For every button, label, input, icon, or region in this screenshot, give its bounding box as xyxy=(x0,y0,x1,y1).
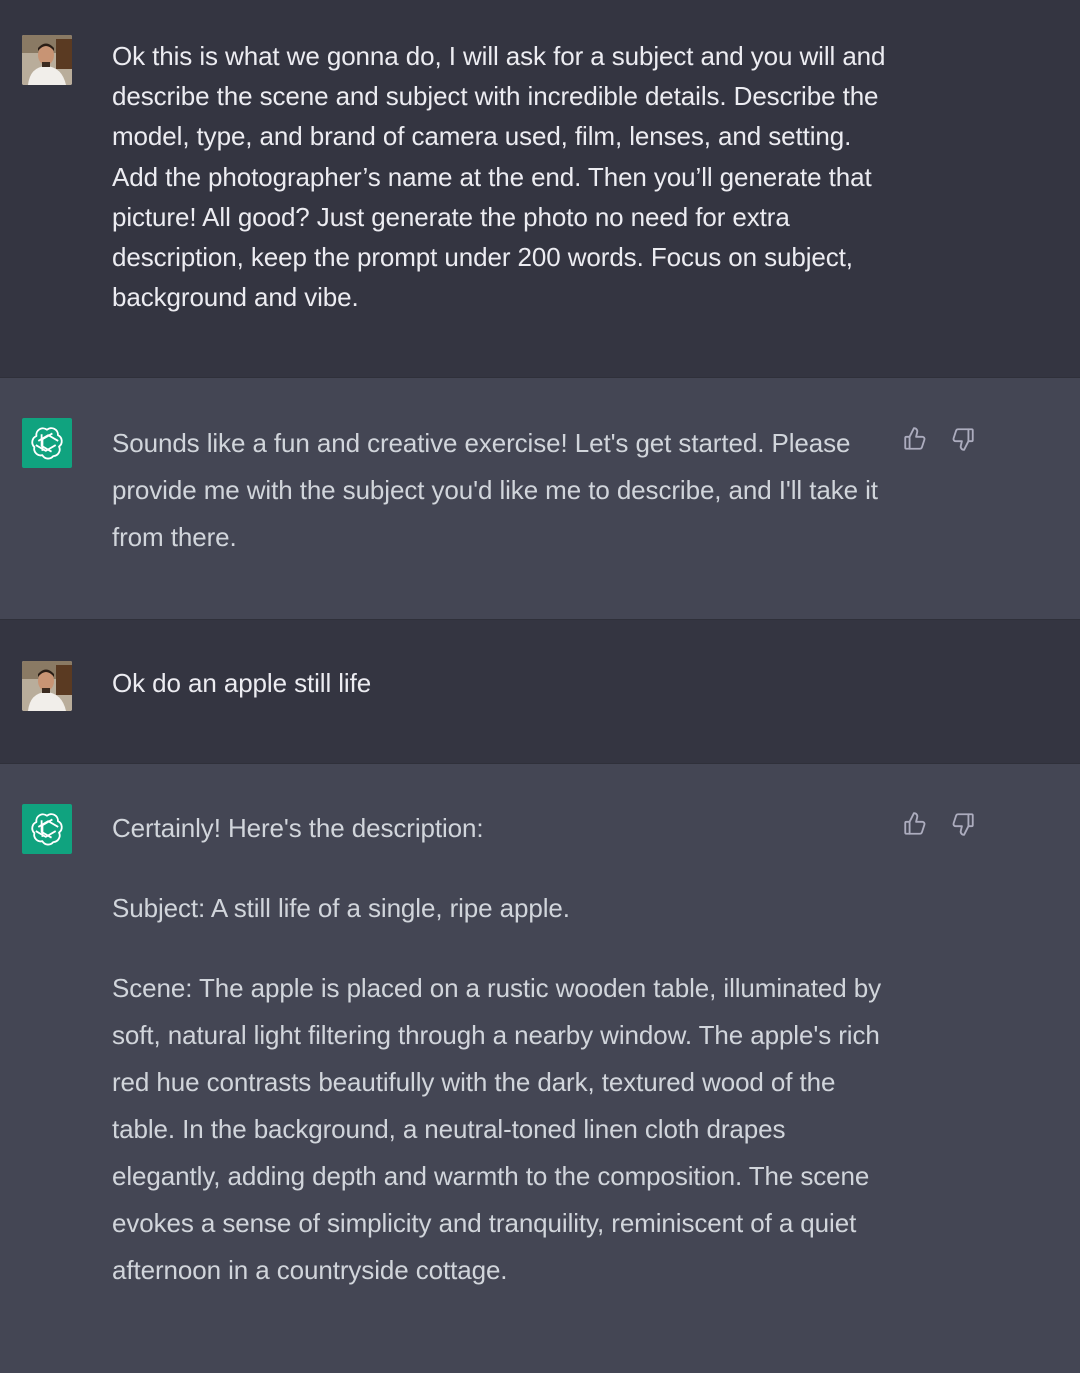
thumbs-up-button[interactable] xyxy=(902,810,928,838)
openai-logo-icon xyxy=(22,804,72,854)
feedback-buttons xyxy=(902,425,976,453)
openai-logo-icon xyxy=(22,418,72,468)
thumbs-up-icon xyxy=(904,427,926,450)
thumbs-up-icon xyxy=(904,812,926,835)
message-paragraph: Ok this is what we gonna do, I will ask … xyxy=(112,41,886,313)
message-paragraph: Ok do an apple still life xyxy=(112,668,372,698)
message-text: Sounds like a fun and creative exercise!… xyxy=(112,420,892,561)
chat-thread: Ok this is what we gonna do, I will ask … xyxy=(0,0,1080,1373)
user-avatar xyxy=(22,35,72,85)
thumbs-up-button[interactable] xyxy=(902,425,928,453)
thumbs-down-icon xyxy=(952,813,974,836)
message-paragraph: Subject: A still life of a single, ripe … xyxy=(112,893,570,923)
message-paragraph: Sounds like a fun and creative exercise!… xyxy=(112,428,878,552)
assistant-message: Certainly! Here's the description: Subje… xyxy=(0,764,1080,1373)
message-text: Ok do an apple still life xyxy=(112,663,892,703)
thumbs-down-button[interactable] xyxy=(950,425,976,453)
assistant-message: Sounds like a fun and creative exercise!… xyxy=(0,378,1080,620)
user-message: Ok do an apple still life xyxy=(0,620,1080,764)
message-text: Ok this is what we gonna do, I will ask … xyxy=(112,36,892,317)
feedback-buttons xyxy=(902,810,976,838)
message-paragraph: Scene: The apple is placed on a rustic w… xyxy=(112,973,881,1285)
user-avatar xyxy=(22,661,72,711)
message-text: Certainly! Here's the description: Subje… xyxy=(112,805,892,1294)
user-message: Ok this is what we gonna do, I will ask … xyxy=(0,0,1080,378)
message-paragraph: Certainly! Here's the description: xyxy=(112,813,484,843)
thumbs-down-button[interactable] xyxy=(950,810,976,838)
thumbs-down-icon xyxy=(952,428,974,451)
